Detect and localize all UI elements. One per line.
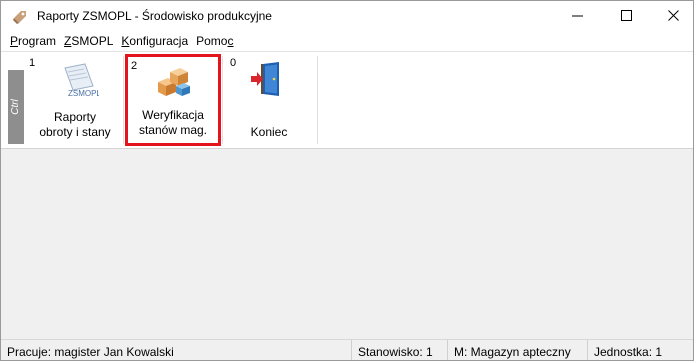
menu-bar: Program ZSMOPL Konfiguracja Pomoc <box>1 31 693 51</box>
verify-label-line2: stanów mag. <box>138 123 208 137</box>
reports-button[interactable]: 1 ZSMOPL Raporty obroty i stany <box>25 52 125 148</box>
verify-stock-button[interactable]: 2 Weryfikacja stanów mag. <box>125 54 221 146</box>
reports-label-line2: obroty i stany <box>39 125 111 139</box>
exit-button[interactable]: 0 Koniec <box>221 52 317 148</box>
toolbar: Ctrl 1 ZSMOPL Raporty obroty i stany 2 W… <box>1 51 693 149</box>
menu-label-part: rogram <box>18 34 57 48</box>
zsmopl-report-icon: ZSMOPL <box>59 60 101 100</box>
zsmopl-logo-text: ZSMOPL <box>68 89 99 98</box>
menu-label-part: Pomo <box>196 34 228 48</box>
shortcut-number: 2 <box>131 60 138 72</box>
maximize-icon <box>621 10 632 21</box>
menu-pomoc[interactable]: Pomoc <box>192 31 237 51</box>
close-button[interactable] <box>651 1 693 31</box>
toolbar-separator <box>317 56 318 144</box>
exit-door-icon <box>247 60 287 100</box>
shortcut-number: 0 <box>230 57 237 69</box>
shortcut-number: 1 <box>29 57 36 69</box>
main-content-area <box>1 149 693 339</box>
close-icon <box>668 10 679 21</box>
reports-label-line1: Raporty <box>53 110 97 124</box>
maximize-button[interactable] <box>604 1 650 31</box>
menu-program[interactable]: Program <box>6 31 60 51</box>
toolbar-separator <box>123 56 124 144</box>
menu-konfiguracja[interactable]: Konfiguracja <box>117 31 192 51</box>
status-bar: Pracuje: magister Jan Kowalski Stanowisk… <box>1 339 693 360</box>
menu-label-part: SMOPL <box>71 34 114 48</box>
ctrl-label: Ctrl <box>10 99 21 115</box>
minimize-icon <box>572 15 583 17</box>
title-bar[interactable]: Raporty ZSMOPL - Środowisko produkcyjne <box>1 1 693 31</box>
menu-zsmopl[interactable]: ZSMOPL <box>60 31 117 51</box>
ctrl-strip: Ctrl <box>8 70 24 144</box>
app-window: Raporty ZSMOPL - Środowisko produkcyjne … <box>0 0 694 361</box>
app-logo-icon <box>12 9 28 25</box>
menu-label-part: onfiguracja <box>129 34 189 48</box>
menu-accelerator: P <box>10 34 19 48</box>
window-title: Raporty ZSMOPL - Środowisko produkcyjne <box>37 9 272 23</box>
menu-accelerator: c <box>227 34 234 48</box>
status-warehouse: M: Magazyn apteczny <box>447 340 589 360</box>
exit-label: Koniec <box>250 125 288 139</box>
status-user: Pracuje: magister Jan Kowalski <box>7 345 174 359</box>
verify-label-line1: Weryfikacja <box>142 108 204 122</box>
boxes-icon <box>154 62 194 102</box>
minimize-button[interactable] <box>555 1 601 31</box>
status-unit: Jednostka: 1 <box>587 340 693 360</box>
status-station: Stanowisko: 1 <box>351 340 450 360</box>
